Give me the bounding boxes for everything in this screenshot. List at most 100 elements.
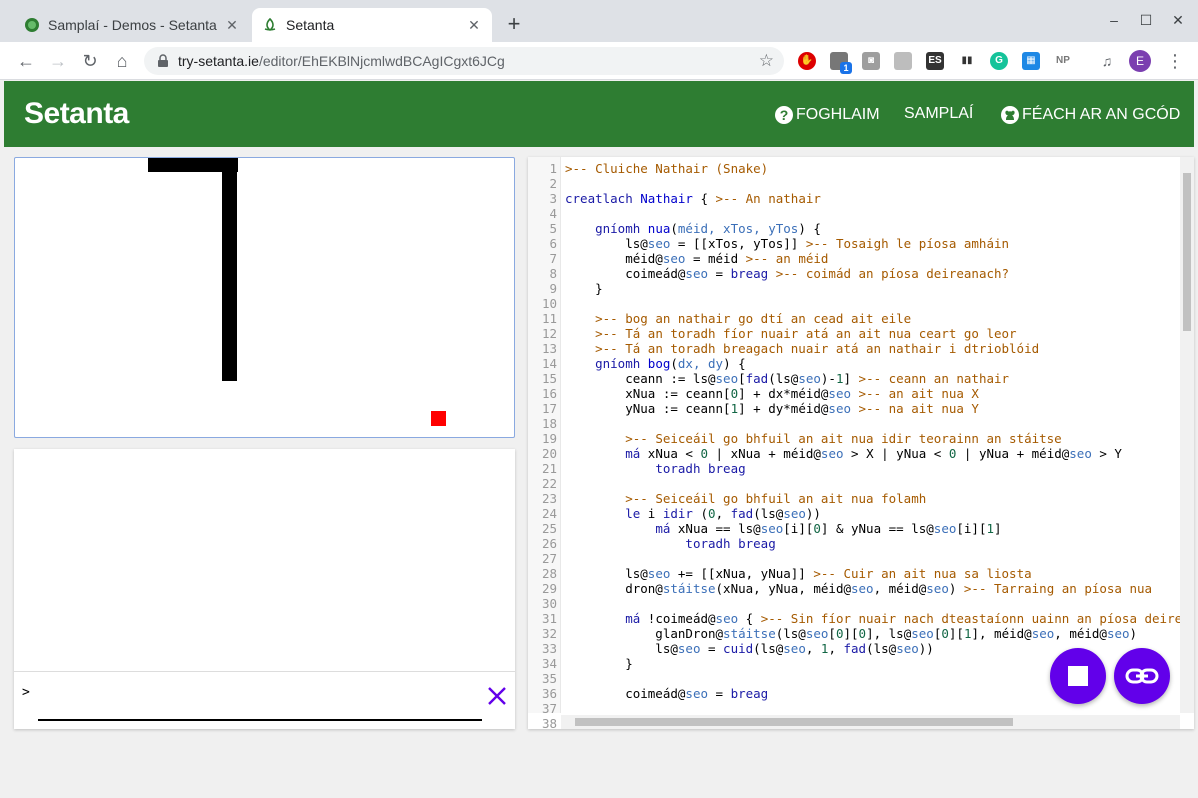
- line-number: 20: [541, 446, 557, 461]
- code-line[interactable]: 20 má xNua < 0 | xNua + méid@seo > X | y…: [528, 446, 1178, 461]
- window-close-icon[interactable]: ✕: [1168, 10, 1188, 30]
- line-number: 25: [541, 521, 557, 536]
- code-token: seo: [1106, 626, 1130, 641]
- line-number: 3: [549, 191, 557, 206]
- code-line[interactable]: 5 gníomh nua(méid, xTos, yTos) {: [528, 221, 1178, 236]
- tab-close-icon[interactable]: ✕: [466, 17, 482, 33]
- nav-samples[interactable]: SAMPLAÍ: [904, 105, 973, 123]
- console-panel: >: [14, 449, 515, 729]
- address-bar[interactable]: try-setanta.ie/editor/EhEKBlNjcmlwdBCAgI…: [144, 47, 784, 75]
- console-prompt: >: [22, 685, 30, 700]
- close-icon[interactable]: [486, 685, 508, 707]
- code-line[interactable]: 21 toradh breag: [528, 461, 1178, 476]
- scrollbar-thumb[interactable]: [1183, 173, 1191, 331]
- tab-samples[interactable]: Samplaí - Demos - Setanta ✕: [14, 8, 250, 42]
- line-number: 27: [541, 551, 557, 566]
- code-token: ceann := ls@: [565, 371, 716, 386]
- app-header: Setanta ? FOGHLAIM SAMPLAÍ FÉACH AR AN G…: [4, 81, 1194, 147]
- code-token: !coimeád@: [640, 611, 716, 626]
- tab-setanta[interactable]: Setanta ✕: [252, 8, 492, 42]
- code-line[interactable]: 28 ls@seo += [[xNua, yNua]] >-- Cuir an …: [528, 566, 1178, 581]
- code-line[interactable]: 32 glanDron@stáitse(ls@seo[0][0], ls@seo…: [528, 626, 1178, 641]
- code-line[interactable]: 24 le i idir (0, fad(ls@seo)): [528, 506, 1178, 521]
- bars-extension-icon[interactable]: ▮▮: [958, 52, 976, 70]
- code-line[interactable]: 27: [528, 551, 1178, 566]
- code-line[interactable]: 1 >-- Cluiche Nathair (Snake): [528, 161, 1178, 176]
- code-token: gníomh: [595, 221, 641, 236]
- code-token: seo: [715, 371, 739, 386]
- share-link-button[interactable]: [1114, 648, 1170, 704]
- code-line[interactable]: 8 coimeád@seo = breag >-- coimád an píos…: [528, 266, 1178, 281]
- code-line[interactable]: 31 má !coimeád@seo { >-- Sin fíor nuair …: [528, 611, 1194, 626]
- code-line[interactable]: 17 yNua := ceann[1] + dy*méid@seo >-- na…: [528, 401, 1178, 416]
- forward-arrow-icon[interactable]: →: [47, 50, 69, 72]
- code-token: ,: [715, 506, 731, 521]
- line-number: 13: [541, 341, 557, 356]
- reload-icon[interactable]: ↻: [79, 50, 101, 72]
- console-input[interactable]: [38, 681, 482, 721]
- code-token: dron@: [565, 581, 663, 596]
- scrollbar-thumb[interactable]: [575, 718, 1013, 726]
- grammarly-extension-icon[interactable]: G: [990, 52, 1008, 70]
- code-token: seo: [933, 521, 957, 536]
- code-line[interactable]: 12 >-- Tá an toradh fíor nuair atá an ai…: [528, 326, 1178, 341]
- code-token: creatlach: [565, 191, 633, 206]
- nav-learn[interactable]: ? FOGHLAIM: [774, 105, 880, 125]
- maximize-icon[interactable]: ☐: [1136, 10, 1156, 30]
- horizontal-scrollbar[interactable]: [561, 715, 1180, 729]
- tab-close-icon[interactable]: ✕: [224, 17, 240, 33]
- code-line[interactable]: 19 >-- Seiceáil go bhfuil an ait nua idi…: [528, 431, 1178, 446]
- np-extension-icon[interactable]: NP: [1054, 52, 1072, 70]
- nav-code[interactable]: FÉACH AR AN GCÓD: [1000, 105, 1180, 125]
- bookmark-star-icon[interactable]: ☆: [759, 51, 774, 71]
- game-canvas[interactable]: [14, 157, 515, 438]
- tab-title: Setanta: [286, 17, 335, 33]
- camera-extension-icon[interactable]: ◙: [862, 52, 880, 70]
- home-icon[interactable]: ⌂: [111, 50, 133, 72]
- code-token: seo: [685, 266, 708, 281]
- code-editor[interactable]: 1 >-- Cluiche Nathair (Snake) 2 3 creatlach …: [528, 157, 1194, 729]
- code-line[interactable]: 30: [528, 596, 1178, 611]
- minimize-icon[interactable]: –: [1104, 10, 1124, 30]
- code-line[interactable]: 22: [528, 476, 1178, 491]
- code-line[interactable]: 18: [528, 416, 1178, 431]
- brand-title[interactable]: Setanta: [24, 97, 129, 131]
- code-line[interactable]: 13 >-- Tá an toradh breagach nuair atá a…: [528, 341, 1178, 356]
- stop-button[interactable]: [1050, 648, 1106, 704]
- code-token: seo: [926, 581, 949, 596]
- code-token: seo: [805, 626, 829, 641]
- code-line[interactable]: 10: [528, 296, 1178, 311]
- code-token: ][: [843, 626, 859, 641]
- code-line[interactable]: 3 creatlach Nathair { >-- An nathair: [528, 191, 1178, 206]
- back-arrow-icon[interactable]: ←: [15, 50, 37, 72]
- code-line[interactable]: 2: [528, 176, 1178, 191]
- adblock-extension-icon[interactable]: ✋: [798, 52, 816, 70]
- code-line[interactable]: 29 dron@stáitse(xNua, yNua, méid@seo, mé…: [528, 581, 1178, 596]
- code-line[interactable]: 23 >-- Seiceáil go bhfuil an ait nua fol…: [528, 491, 1178, 506]
- code-token: 1: [730, 401, 739, 416]
- code-line[interactable]: 4: [528, 206, 1178, 221]
- code-line[interactable]: 26 toradh breag: [528, 536, 1178, 551]
- code-line[interactable]: 14 gníomh bog(dx, dy) {: [528, 356, 1178, 371]
- extension-badge: 1: [840, 62, 852, 74]
- menu-kebab-icon[interactable]: ⋮: [1164, 50, 1186, 72]
- es-extension-icon[interactable]: ES: [926, 52, 944, 70]
- line-number: 31: [541, 611, 557, 626]
- code-line[interactable]: 9 }: [528, 281, 1178, 296]
- profile-avatar[interactable]: E: [1129, 50, 1151, 72]
- code-line[interactable]: 16 xNua := ceann[0] + dx*méid@seo >-- an…: [528, 386, 1178, 401]
- code-line[interactable]: 7 méid@seo = méid >-- an méid: [528, 251, 1178, 266]
- css-extension-icon[interactable]: [894, 52, 912, 70]
- grid-extension-icon[interactable]: ▦: [1022, 52, 1040, 70]
- line-number: 6: [549, 236, 557, 251]
- line-number: 28: [541, 566, 557, 581]
- code-token: méid, xTos, yTos: [677, 221, 799, 236]
- media-icon[interactable]: ♫: [1098, 52, 1116, 70]
- code-line[interactable]: 11 >-- bog an nathair go dtí an cead ait…: [528, 311, 1178, 326]
- vertical-scrollbar[interactable]: [1180, 157, 1194, 713]
- code-line[interactable]: 6 ls@seo = [[xTos, yTos]] >-- Tosaigh le…: [528, 236, 1178, 251]
- code-line[interactable]: 15 ceann := ls@seo[fad(ls@seo)-1] >-- ce…: [528, 371, 1178, 386]
- code-line[interactable]: 25 má xNua == ls@seo[i][0] & yNua == ls@…: [528, 521, 1178, 536]
- new-tab-button[interactable]: +: [504, 13, 524, 35]
